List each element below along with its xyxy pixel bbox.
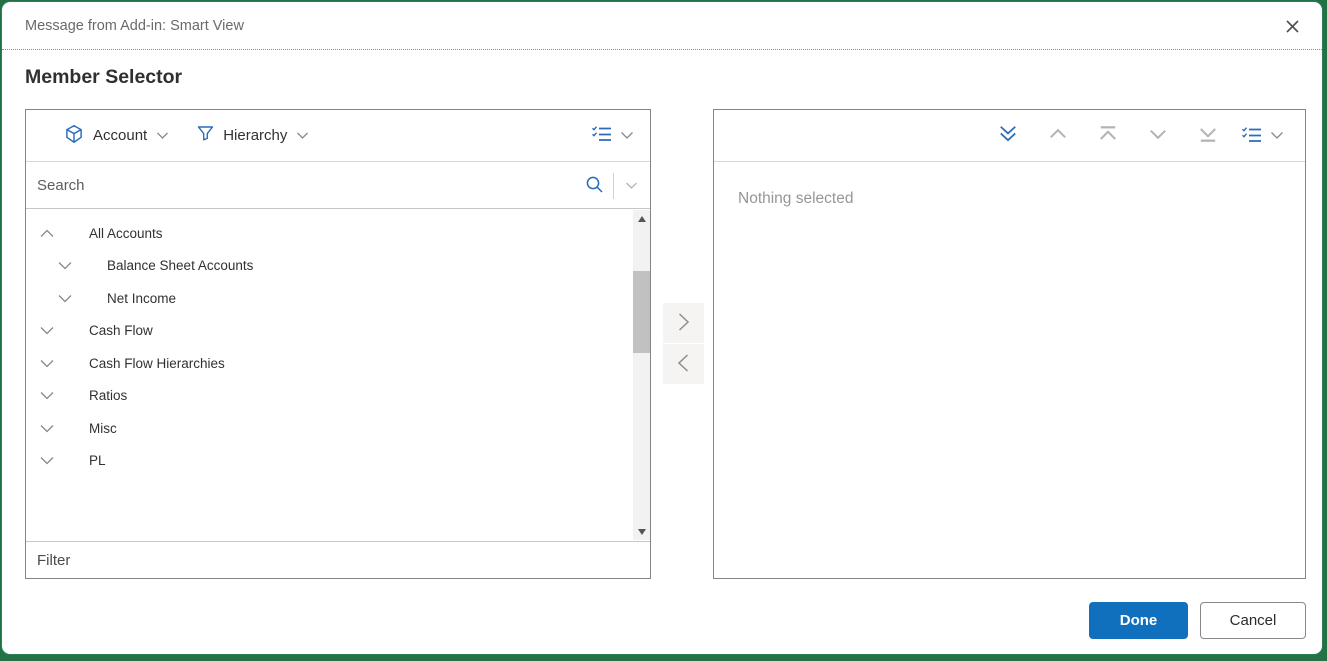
tree-item[interactable]: PL xyxy=(26,445,650,478)
tree-item[interactable]: All Accounts xyxy=(26,217,650,250)
expand-chevron-icon[interactable] xyxy=(39,228,55,239)
tree-item-label: Balance Sheet Accounts xyxy=(107,258,253,273)
close-button[interactable] xyxy=(1278,14,1306,42)
members-panel: Account Hierarchy xyxy=(25,109,651,579)
triangle-up-icon xyxy=(638,216,646,222)
cube-icon xyxy=(64,124,84,148)
remove-members-button[interactable] xyxy=(663,344,704,384)
done-button[interactable]: Done xyxy=(1089,602,1188,639)
filter-field[interactable]: Filter xyxy=(26,541,650,578)
expand-chevron-icon[interactable] xyxy=(39,325,55,336)
add-members-button[interactable] xyxy=(663,303,704,343)
expand-chevron-icon[interactable] xyxy=(39,455,55,466)
double-chevron-down-icon xyxy=(997,124,1019,147)
move-down-button[interactable] xyxy=(1133,116,1183,156)
members-options-button[interactable] xyxy=(591,118,634,154)
tree-item[interactable]: Net Income xyxy=(26,282,650,315)
tree-item[interactable]: Balance Sheet Accounts xyxy=(26,250,650,283)
page-title: Member Selector xyxy=(25,66,182,89)
expand-chevron-icon[interactable] xyxy=(39,390,55,401)
tree-item-label: Net Income xyxy=(107,291,176,306)
chevron-down-icon xyxy=(625,178,638,193)
member-tree: All Accounts Balance Sheet Accounts Net … xyxy=(26,210,650,540)
checklist-icon xyxy=(1241,126,1263,146)
filter-icon xyxy=(197,125,214,146)
chevron-right-icon xyxy=(676,311,691,336)
chevron-down-icon xyxy=(156,127,169,144)
checklist-icon xyxy=(591,125,613,146)
chevron-down-icon xyxy=(1270,128,1284,143)
move-up-button[interactable] xyxy=(1033,116,1083,156)
tree-item-label: Misc xyxy=(89,421,117,436)
scroll-up-button[interactable] xyxy=(633,210,650,227)
title-bar: Message from Add-in: Smart View xyxy=(2,2,1322,50)
tree-item-label: Cash Flow Hierarchies xyxy=(89,356,225,371)
chevron-down-icon xyxy=(620,127,634,144)
chevron-down-icon xyxy=(296,127,309,144)
dialog-title: Message from Add-in: Smart View xyxy=(25,2,244,50)
hierarchy-selector-button[interactable]: Hierarchy xyxy=(197,118,309,154)
move-to-top-button[interactable] xyxy=(1083,116,1133,156)
search-options-button[interactable] xyxy=(614,168,648,204)
filter-label: Filter xyxy=(37,552,70,569)
expand-chevron-icon[interactable] xyxy=(57,260,73,271)
triangle-down-icon xyxy=(638,529,646,535)
search-icon xyxy=(585,175,604,197)
selection-toolbar xyxy=(714,110,1305,162)
tree-item-label: Cash Flow xyxy=(89,323,153,338)
members-toolbar: Account Hierarchy xyxy=(26,110,650,162)
tree-item[interactable]: Cash Flow xyxy=(26,315,650,348)
close-icon xyxy=(1285,19,1300,37)
scrollbar-thumb[interactable] xyxy=(633,271,650,353)
selection-panel: Nothing selected xyxy=(713,109,1306,579)
empty-selection-text: Nothing selected xyxy=(738,190,853,208)
search-input[interactable] xyxy=(37,171,575,201)
scroll-down-button[interactable] xyxy=(633,523,650,540)
tree-scrollbar[interactable] xyxy=(633,210,650,540)
chevron-down-icon xyxy=(1147,124,1169,147)
tree-item[interactable]: Cash Flow Hierarchies xyxy=(26,347,650,380)
search-button[interactable] xyxy=(575,168,613,204)
tree-item[interactable]: Ratios xyxy=(26,380,650,413)
expand-chevron-icon[interactable] xyxy=(57,293,73,304)
move-to-top-icon xyxy=(1097,124,1119,147)
selection-options-button[interactable] xyxy=(1233,116,1291,156)
expand-chevron-icon[interactable] xyxy=(39,423,55,434)
transfer-buttons xyxy=(663,303,704,384)
search-row xyxy=(26,163,650,209)
chevron-left-icon xyxy=(676,352,691,377)
tree-item[interactable]: Misc xyxy=(26,412,650,445)
expand-all-button[interactable] xyxy=(983,116,1033,156)
tree-item-label: PL xyxy=(89,453,106,468)
dimension-selector-button[interactable]: Account xyxy=(64,118,169,154)
dimension-label: Account xyxy=(93,127,147,144)
tree-item-label: Ratios xyxy=(89,388,127,403)
hierarchy-label: Hierarchy xyxy=(223,127,287,144)
cancel-button[interactable]: Cancel xyxy=(1200,602,1306,639)
expand-chevron-icon[interactable] xyxy=(39,358,55,369)
move-to-bottom-icon xyxy=(1197,124,1219,147)
tree-item-label: All Accounts xyxy=(89,226,163,241)
move-to-bottom-button[interactable] xyxy=(1183,116,1233,156)
chevron-up-icon xyxy=(1047,124,1069,147)
member-selector-dialog: Message from Add-in: Smart View Member S… xyxy=(1,1,1323,655)
